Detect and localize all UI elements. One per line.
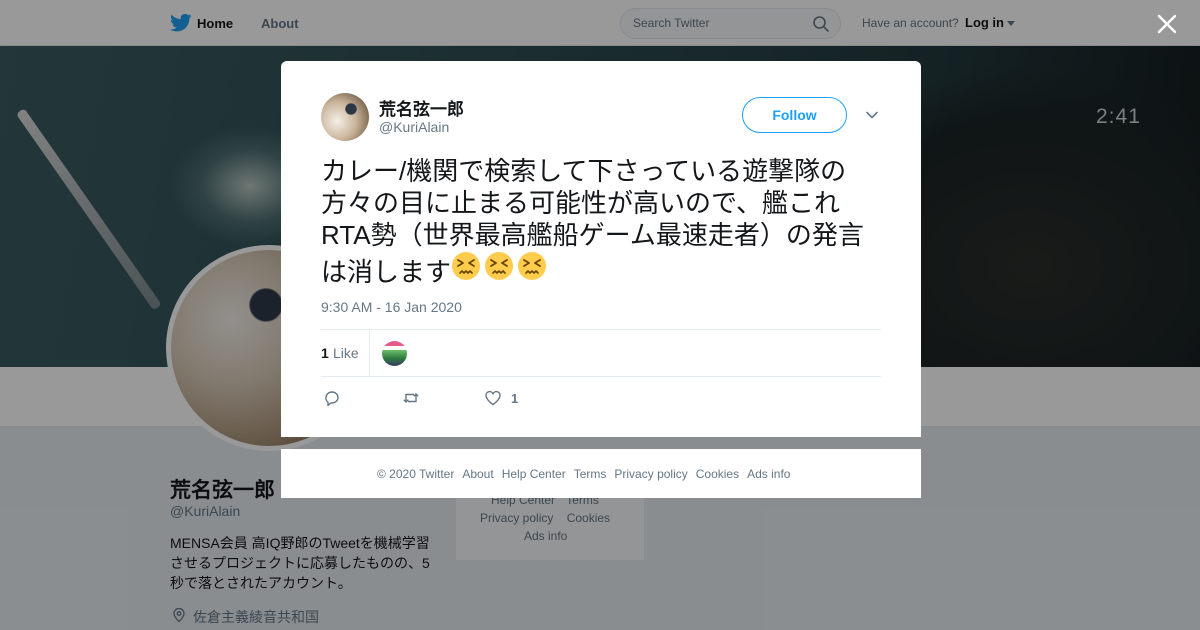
stats-divider [369, 330, 370, 377]
modal-footer-link[interactable]: About [462, 467, 493, 481]
tweet-author-handle[interactable]: @KuriAlain [379, 119, 449, 135]
likes-label[interactable]: Like [333, 345, 359, 361]
heart-icon[interactable] [484, 389, 502, 407]
tweet-body: カレー/機関で検索して下さっている遊撃隊の方々の目に止まる可能性が高いので、艦こ… [321, 156, 864, 287]
persevering-face-emoji [484, 251, 514, 281]
close-icon[interactable] [1155, 12, 1179, 36]
tweet-author-avatar[interactable] [321, 93, 369, 141]
modal-footer-links: © 2020 Twitter About Help Center Terms Priva… [377, 467, 798, 481]
modal-footer-link[interactable]: Terms [574, 467, 607, 481]
modal-footer-link[interactable]: Cookies [696, 467, 739, 481]
reply-icon[interactable] [323, 389, 341, 407]
tweet-actions: 1 [321, 387, 621, 409]
persevering-face-emoji [517, 251, 547, 281]
chevron-down-icon[interactable] [865, 108, 879, 122]
follow-button[interactable]: Follow [742, 97, 847, 133]
likes-count[interactable]: 1 [321, 345, 329, 361]
modal-footer-link[interactable]: © 2020 Twitter [377, 467, 454, 481]
modal-footer-link[interactable]: Privacy policy [614, 467, 687, 481]
liker-avatar[interactable] [382, 341, 407, 366]
modal-footer-link[interactable]: Help Center [502, 467, 566, 481]
tweet-emoji-group [451, 252, 550, 287]
tweet-timestamp[interactable]: 9:30 AM - 16 Jan 2020 [321, 299, 462, 315]
retweet-icon[interactable] [402, 389, 420, 407]
modal-footer: © 2020 Twitter About Help Center Terms Priva… [281, 449, 921, 498]
tweet-modal: 荒名弦一郎 @KuriAlain Follow カレー/機関で検索して下さってい… [281, 61, 921, 437]
like-action-count[interactable]: 1 [511, 391, 518, 406]
tweet-text: カレー/機関で検索して下さっている遊撃隊の方々の目に止まる可能性が高いので、艦こ… [321, 155, 886, 288]
modal-footer-link[interactable]: Ads info [747, 467, 790, 481]
persevering-face-emoji [451, 251, 481, 281]
tweet-stats: 1 Like [321, 329, 881, 377]
tweet-author-name[interactable]: 荒名弦一郎 [379, 95, 464, 120]
